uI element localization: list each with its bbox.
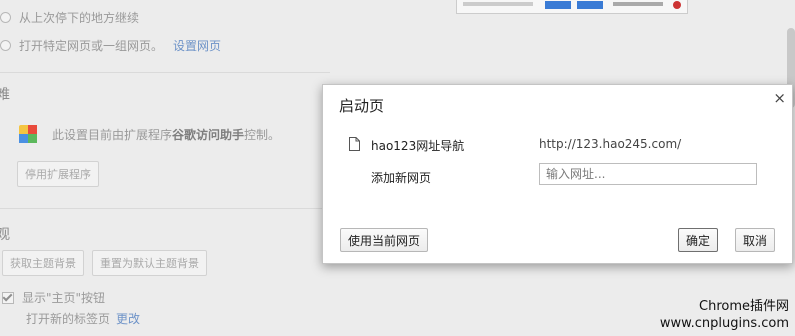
set-pages-link[interactable]: 设置网页 xyxy=(173,37,221,54)
divider xyxy=(0,208,330,209)
use-current-pages-button[interactable]: 使用当前网页 xyxy=(340,228,429,252)
extension-control-notice: 此设置目前由扩展程序 谷歌访问助手 控制。 xyxy=(18,124,280,144)
ok-button[interactable]: 确定 xyxy=(678,228,719,252)
new-page-url-input[interactable] xyxy=(539,163,757,185)
embedded-screenshot-thumbnail xyxy=(456,0,688,14)
extension-name: 谷歌访问助手 xyxy=(172,127,245,142)
checkbox[interactable] xyxy=(2,291,14,304)
startup-page-url[interactable]: http://123.hao245.com/ xyxy=(539,137,681,151)
section-heading-fragment: 观 xyxy=(0,227,10,243)
close-icon[interactable]: × xyxy=(773,89,786,107)
page-document-icon xyxy=(349,137,360,151)
cancel-button[interactable]: 取消 xyxy=(735,228,776,252)
home-page-setting: 打开新的标签页 更改 xyxy=(26,310,141,327)
dialog-title: 启动页 xyxy=(339,97,385,115)
startup-option-continue[interactable]: 从上次停下的地方继续 xyxy=(0,9,139,26)
startup-option-specific[interactable]: 打开特定网页或一组网页。 设置网页 xyxy=(0,37,221,54)
startup-page-name[interactable]: hao123网址导航 xyxy=(371,137,464,154)
divider xyxy=(0,72,330,73)
section-heading-fragment: 难 xyxy=(0,87,10,103)
radio-button[interactable] xyxy=(0,40,11,51)
extension-puzzle-icon xyxy=(19,125,37,143)
reset-theme-button[interactable]: 重置为默认主题背景 xyxy=(92,250,207,276)
startup-pages-dialog: 启动页 × hao123网址导航 http://123.hao245.com/ … xyxy=(322,84,793,264)
add-new-page-label: 添加新网页 xyxy=(371,171,432,185)
show-home-button-option[interactable]: 显示"主页"按钮 xyxy=(2,289,105,306)
radio-button[interactable] xyxy=(0,12,11,23)
site-watermark: Chrome插件网 www.cnplugins.com xyxy=(659,299,789,331)
get-theme-button[interactable]: 获取主题背景 xyxy=(2,250,84,276)
change-home-link[interactable]: 更改 xyxy=(116,310,140,327)
disable-extension-button[interactable]: 停用扩展程序 xyxy=(17,161,99,187)
